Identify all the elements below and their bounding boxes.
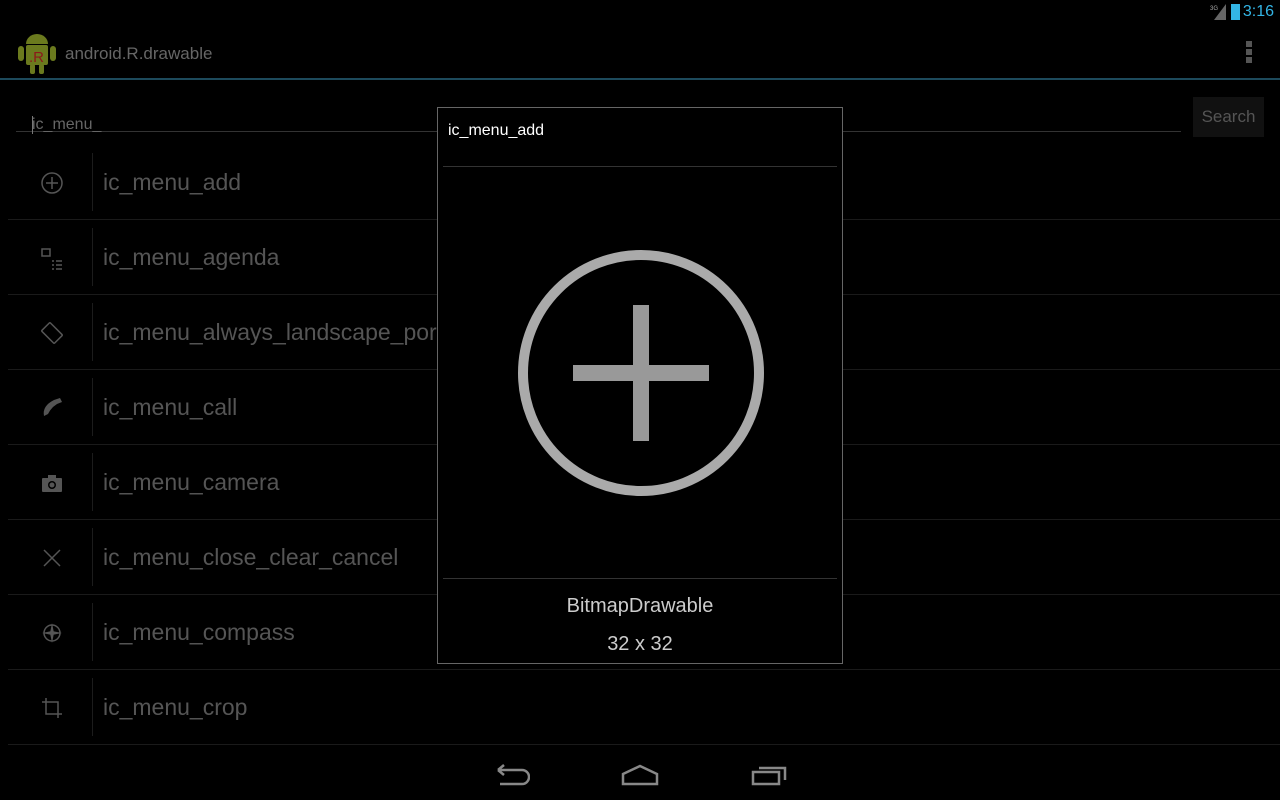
divider xyxy=(92,528,93,586)
action-bar: .R android.R.drawable xyxy=(0,25,1280,80)
divider xyxy=(92,378,93,436)
search-value: ic_menu_ xyxy=(32,116,102,133)
plus-circle-icon xyxy=(518,250,764,496)
item-label: ic_menu_always_landscape_portrait xyxy=(103,319,476,345)
battery-icon xyxy=(1231,4,1240,20)
overflow-menu-icon[interactable] xyxy=(1246,41,1252,65)
divider xyxy=(92,603,93,661)
drawable-size: 32 x 32 xyxy=(607,633,673,655)
item-label: ic_menu_agenda xyxy=(103,244,280,270)
clock: 3:16 xyxy=(1242,3,1274,20)
recent-apps-icon[interactable] xyxy=(751,764,787,786)
plus-circle-icon xyxy=(41,172,63,194)
signal-3g-icon: 3G xyxy=(1210,4,1226,20)
item-label: ic_menu_crop xyxy=(103,694,248,720)
navigation-bar xyxy=(0,752,1280,800)
dialog-title: ic_menu_add xyxy=(448,122,545,139)
status-bar: 3G 3:16 xyxy=(0,0,1280,25)
item-label: ic_menu_camera xyxy=(103,469,280,495)
close-icon xyxy=(43,549,61,567)
divider xyxy=(92,303,93,361)
rotate-icon xyxy=(41,322,63,344)
app-logo-icon: .R xyxy=(18,34,56,74)
item-label: ic_menu_call xyxy=(103,394,238,420)
divider xyxy=(92,678,93,736)
divider xyxy=(92,228,93,286)
search-button[interactable]: Search xyxy=(1193,97,1264,137)
list-item[interactable]: ic_menu_crop xyxy=(8,670,1280,745)
divider xyxy=(92,453,93,511)
compass-icon xyxy=(42,623,62,643)
svg-text:3G: 3G xyxy=(1210,6,1218,12)
drawable-type: BitmapDrawable xyxy=(566,595,714,617)
agenda-icon xyxy=(41,248,62,270)
crop-icon xyxy=(42,698,62,718)
divider xyxy=(443,578,837,579)
item-label: ic_menu_compass xyxy=(103,619,295,645)
camera-icon xyxy=(42,475,62,492)
divider xyxy=(92,153,93,211)
divider xyxy=(443,166,837,167)
phone-icon xyxy=(43,398,62,416)
home-icon[interactable] xyxy=(621,764,659,786)
item-label: ic_menu_add xyxy=(103,169,242,195)
item-label: ic_menu_close_clear_cancel xyxy=(103,544,399,570)
svg-text:.R: .R xyxy=(29,49,44,66)
app-title: android.R.drawable xyxy=(65,44,213,63)
drawable-preview-dialog: ic_menu_add BitmapDrawable 32 x 32 xyxy=(437,107,843,664)
back-icon[interactable] xyxy=(494,764,530,786)
